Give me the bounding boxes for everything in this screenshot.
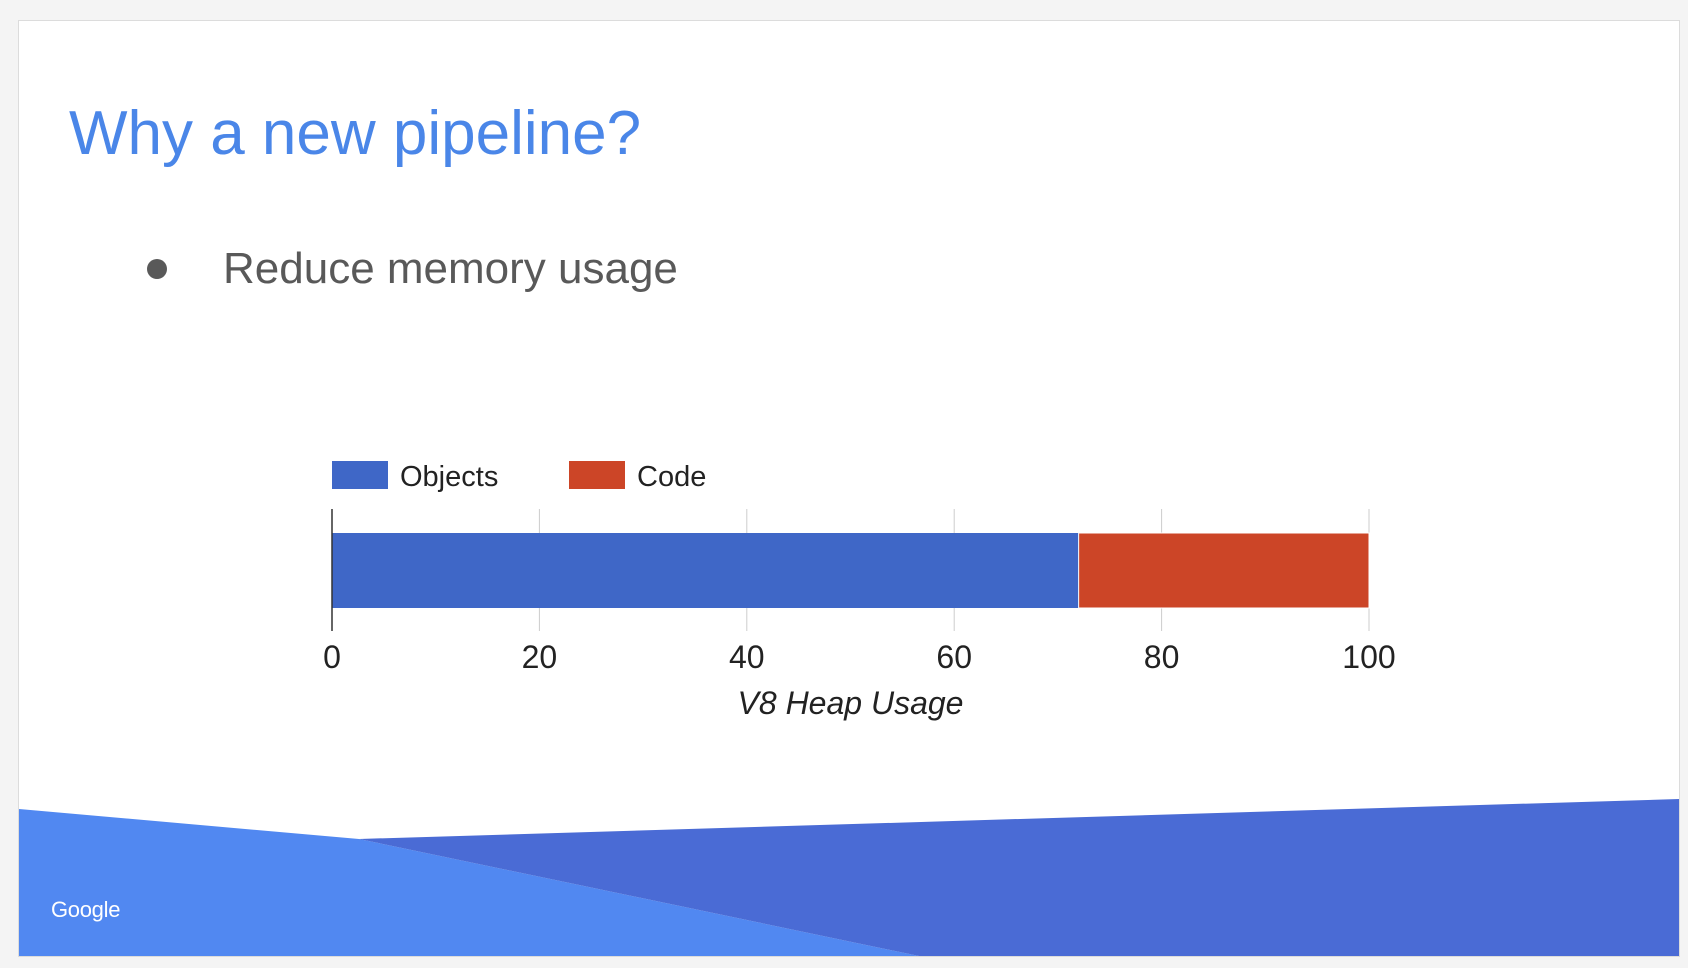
footer-band [19, 799, 1679, 956]
slide: Why a new pipeline? Reduce memory usage … [18, 20, 1680, 957]
google-logo: Google [51, 897, 121, 922]
